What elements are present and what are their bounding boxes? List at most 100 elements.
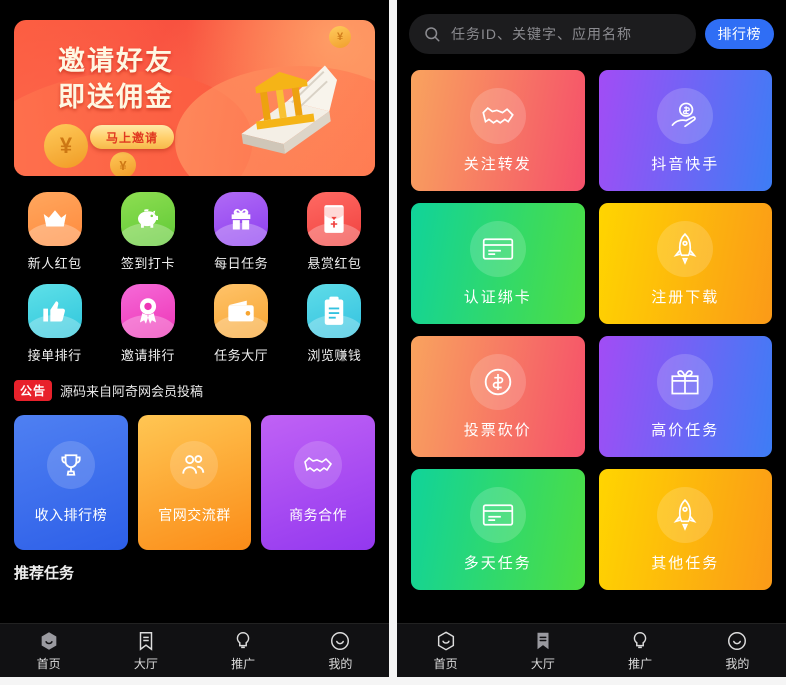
tab-hall[interactable]: 大厅 (494, 624, 591, 677)
tile-multiday-task[interactable]: 多天任务 (411, 469, 585, 590)
tab-label: 首页 (36, 656, 61, 671)
invite-banner[interactable]: ¥ ¥ ¥ 邀请好友 即送佣金 马上邀请 (14, 20, 375, 176)
wallet-icon (214, 284, 269, 338)
quick-entry-grid: 新人红包 签到打卡 每日任务 悬赏红包 接单排行 邀请排行 任务大厅 浏览赚钱 (8, 192, 381, 364)
gift-icon (214, 192, 269, 246)
right-tab-bar: 首页 大厅 推广 我的 (397, 623, 786, 677)
ranking-button[interactable]: 排行榜 (704, 19, 774, 49)
tab-label: 大厅 (133, 656, 158, 671)
tile-label: 其他任务 (651, 554, 720, 572)
quick-entry-label: 任务大厅 (214, 348, 269, 363)
tile-label: 抖音快手 (651, 155, 720, 173)
quick-entry-label: 每日任务 (214, 256, 269, 271)
card-icon (469, 220, 526, 277)
hand-dollar-icon (657, 87, 714, 144)
quick-entry-task-hall[interactable]: 任务大厅 (195, 284, 288, 364)
tab-label: 我的 (328, 656, 353, 671)
search-box[interactable]: 任务ID、关键字、应用名称 (409, 14, 696, 54)
card-label: 官网交流群 (158, 506, 231, 523)
banner-line-1: 邀请好友 (58, 46, 174, 76)
tile-label: 投票砍价 (463, 421, 532, 439)
notice-bar[interactable]: 公告 源码来自阿奇网会员投稿 (14, 380, 375, 401)
tab-home[interactable]: 首页 (0, 624, 97, 677)
rocket-icon (657, 220, 714, 277)
card-label: 商务合作 (289, 506, 348, 523)
page-bottom-strip (0, 677, 786, 685)
search-row: 任务ID、关键字、应用名称 排行榜 (409, 14, 774, 54)
tile-follow-repost[interactable]: 关注转发 (411, 70, 585, 191)
bank-illustration (191, 34, 341, 164)
smile-face-icon (331, 631, 350, 650)
tile-label: 多天任务 (463, 554, 532, 572)
tab-mine[interactable]: 我的 (292, 624, 389, 677)
handshake-icon (469, 87, 526, 144)
tile-label: 认证绑卡 (463, 288, 532, 306)
quick-entry-order-ranking[interactable]: 接单排行 (8, 284, 101, 364)
search-input[interactable]: 任务ID、关键字、应用名称 (451, 24, 632, 44)
bookmark-icon (139, 631, 153, 651)
right-phone-screen: 任务ID、关键字、应用名称 排行榜 关注转发 抖音快手 认证绑卡 注册下载 投票… (397, 0, 786, 677)
category-tile-grid: 关注转发 抖音快手 认证绑卡 注册下载 投票砍价 高价任务 多天任务 其他任务 (411, 70, 772, 590)
gift-icon (657, 353, 714, 410)
notice-badge: 公告 (14, 380, 53, 401)
bookmark-icon (537, 632, 549, 649)
quick-entry-checkin[interactable]: 签到打卡 (101, 192, 194, 272)
business-coop-card[interactable]: 商务合作 (261, 415, 375, 550)
trophy-icon (46, 440, 95, 489)
quick-entry-label: 悬赏红包 (307, 256, 362, 271)
tab-mine[interactable]: 我的 (689, 624, 786, 677)
tile-verify-bindcard[interactable]: 认证绑卡 (411, 203, 585, 324)
quick-entry-browse-earn[interactable]: 浏览赚钱 (288, 284, 381, 364)
coin-decor-2: ¥ (110, 152, 136, 176)
tab-label: 我的 (725, 656, 750, 671)
crown-icon (27, 192, 82, 246)
quick-entry-daily-task[interactable]: 每日任务 (195, 192, 288, 272)
tile-other-task[interactable]: 其他任务 (598, 469, 772, 590)
card-icon (469, 486, 526, 543)
left-phone-screen: ¥ ¥ ¥ 邀请好友 即送佣金 马上邀请 新人红包 签到打卡 每日任务 悬赏红包… (0, 0, 389, 677)
income-ranking-card[interactable]: 收入排行榜 (14, 415, 128, 550)
hexagon-smile-icon (437, 630, 454, 651)
tile-register-download[interactable]: 注册下载 (598, 203, 772, 324)
tab-promote[interactable]: 推广 (592, 624, 689, 677)
medal-icon (120, 284, 175, 338)
dual-phone-screenshot: ¥ ¥ ¥ 邀请好友 即送佣金 马上邀请 新人红包 签到打卡 每日任务 悬赏红包… (0, 0, 786, 685)
recommended-section-title: 推荐任务 (14, 565, 75, 582)
tab-home[interactable]: 首页 (397, 624, 494, 677)
card-label: 收入排行榜 (34, 506, 108, 523)
quick-entry-bounty-redpacket[interactable]: 悬赏红包 (288, 192, 381, 272)
quick-entry-label: 浏览赚钱 (307, 348, 362, 363)
clipboard-icon (307, 284, 362, 338)
feature-card-row: 收入排行榜 官网交流群 商务合作 (14, 415, 375, 550)
tile-label: 关注转发 (463, 155, 532, 173)
quick-entry-new-user-redpacket[interactable]: 新人红包 (8, 192, 101, 272)
handshake-icon (294, 440, 343, 489)
tab-hall[interactable]: 大厅 (97, 624, 194, 677)
red-packet-icon (307, 192, 362, 246)
notice-text: 源码来自阿奇网会员投稿 (60, 384, 204, 399)
tile-high-price-task[interactable]: 高价任务 (598, 336, 772, 457)
tab-label: 推广 (231, 656, 256, 671)
bulb-icon (633, 631, 647, 648)
people-icon (170, 440, 219, 489)
tab-label: 首页 (433, 656, 458, 671)
tile-label: 注册下载 (651, 288, 720, 306)
tab-label: 大厅 (530, 656, 555, 671)
invite-now-button[interactable]: 马上邀请 (90, 125, 174, 150)
thumbs-up-icon (27, 284, 82, 338)
quick-entry-invite-ranking[interactable]: 邀请排行 (101, 284, 194, 364)
tile-label: 高价任务 (651, 421, 720, 439)
dollar-circle-icon (469, 353, 526, 410)
quick-entry-label: 邀请排行 (120, 348, 175, 363)
tile-douyin-kuaishou[interactable]: 抖音快手 (598, 70, 772, 191)
tile-vote-bargain[interactable]: 投票砍价 (411, 336, 585, 457)
hexagon-smile-icon (41, 631, 56, 650)
official-group-card[interactable]: 官网交流群 (137, 415, 252, 550)
piggy-bank-icon (120, 192, 175, 246)
search-icon (425, 27, 440, 42)
quick-entry-label: 新人红包 (27, 256, 82, 271)
banner-text-block: 邀请好友 即送佣金 马上邀请 (58, 44, 174, 150)
tab-promote[interactable]: 推广 (195, 624, 292, 677)
banner-line-2: 即送佣金 (58, 81, 174, 112)
quick-entry-label: 签到打卡 (120, 256, 175, 271)
